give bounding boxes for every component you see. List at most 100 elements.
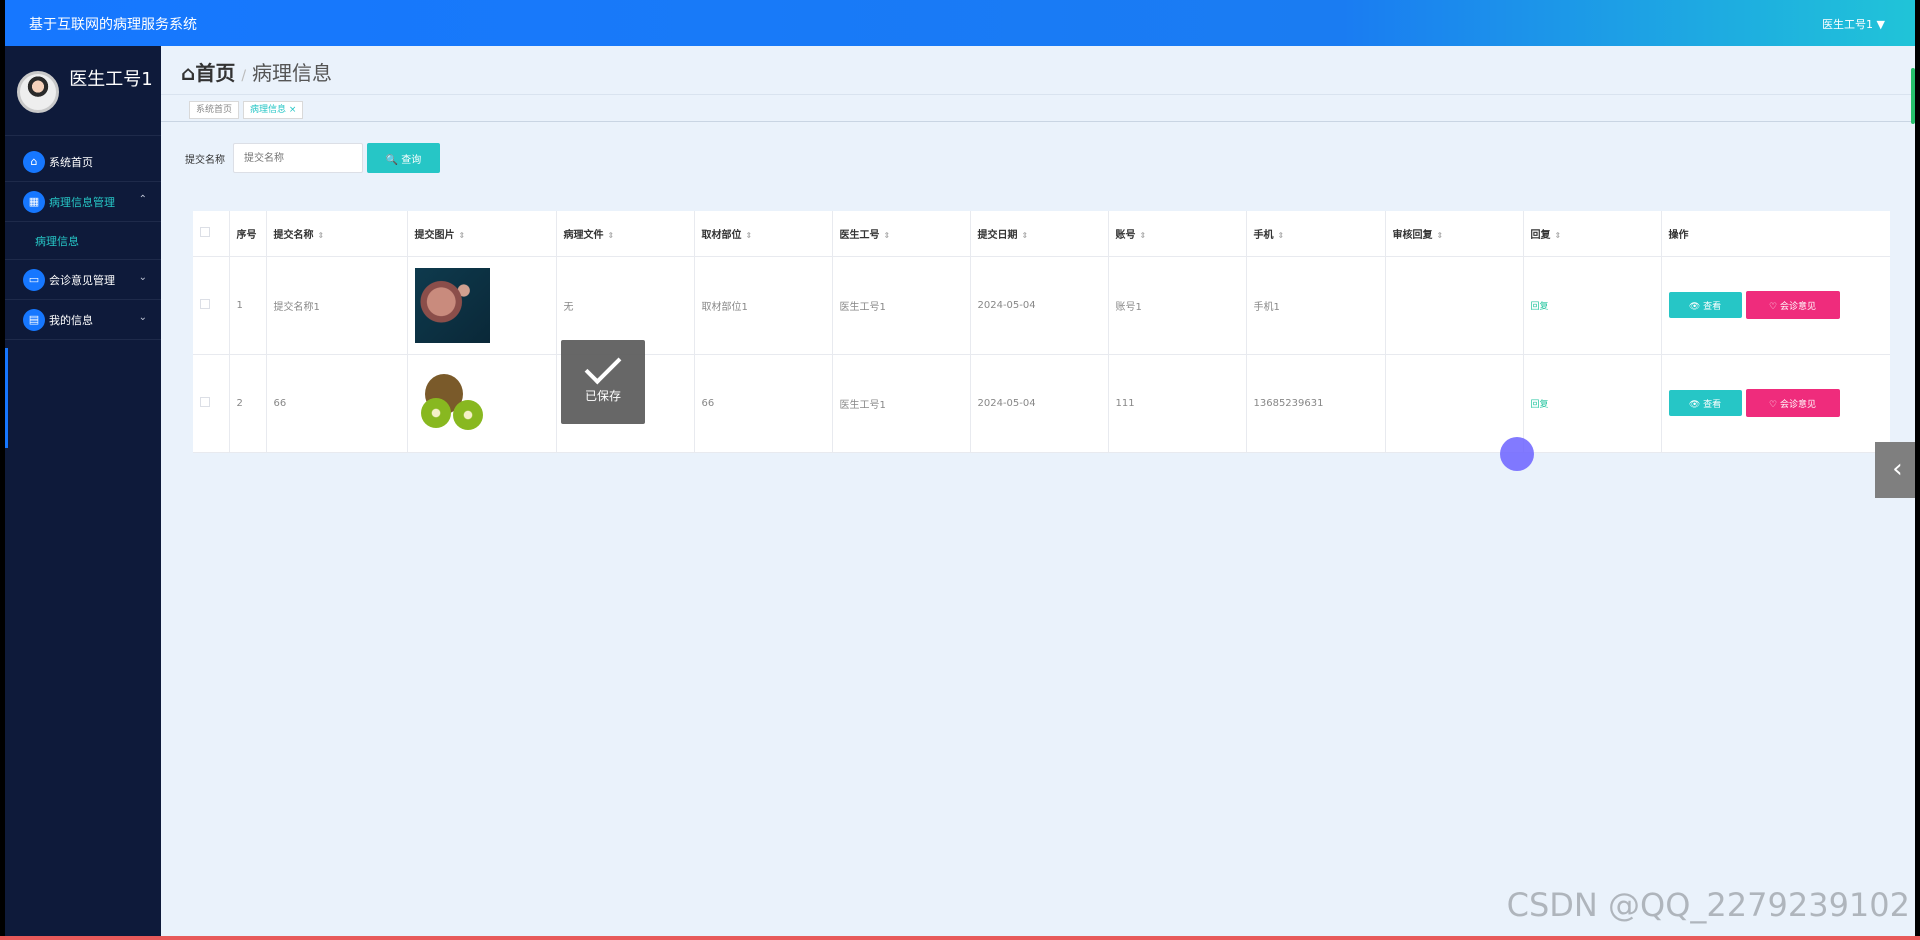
bottom-bar	[0, 936, 1920, 940]
sidebar-item-pathology-management[interactable]: ▦ 病理信息管理 ⌃	[5, 182, 161, 222]
table-row: 1 提交名称1 无 取材部位1 医生工号1 2024-05-04 账号1 手机1…	[193, 256, 1890, 355]
cell-reply: 回复	[1523, 354, 1662, 453]
header-label: 提交名称	[273, 229, 314, 241]
cell-account: 111	[1108, 354, 1247, 453]
card-icon: ▤	[23, 308, 45, 331]
row-select[interactable]	[193, 256, 230, 355]
grid-icon: ▦	[23, 190, 45, 213]
header-date[interactable]: 提交日期 ⇕	[970, 211, 1109, 257]
submitted-image[interactable]	[414, 267, 490, 343]
profile: 医生工号1	[5, 46, 161, 136]
scrollbar[interactable]	[1911, 68, 1915, 124]
header-doctor[interactable]: 医生工号 ⇕	[832, 211, 971, 257]
monitor-icon: ▭	[23, 268, 45, 291]
breadcrumb: ⌂首页 / 病理信息	[181, 57, 332, 86]
header-file[interactable]: 病理文件 ⇕	[556, 211, 695, 257]
header-label: 回复	[1530, 229, 1551, 241]
view-button[interactable]: 👁 查看	[1668, 292, 1742, 318]
header-label: 提交日期	[977, 229, 1018, 241]
cell-name: 提交名称1	[266, 256, 408, 355]
sort-icon[interactable]: ⇕	[1437, 231, 1444, 240]
cell-image	[407, 256, 557, 355]
cell-date: 2024-05-04	[970, 354, 1109, 453]
checkmark-icon	[584, 347, 622, 385]
header-site[interactable]: 取材部位 ⇕	[694, 211, 833, 257]
checkbox[interactable]	[200, 396, 210, 407]
view-button[interactable]: 👁 查看	[1668, 390, 1742, 416]
header-label: 账号	[1115, 229, 1136, 241]
submitted-image[interactable]	[414, 365, 490, 441]
cell-date: 2024-05-04	[970, 256, 1109, 355]
breadcrumb-current: 病理信息	[252, 61, 333, 85]
breadcrumb-home[interactable]: ⌂首页	[181, 61, 235, 85]
cell-actions: 👁 查看 ♡ 会诊意见	[1661, 256, 1890, 355]
header-label: 手机	[1253, 229, 1274, 241]
avatar	[17, 71, 59, 113]
home-icon: ⌂	[23, 150, 45, 173]
cell-review	[1385, 256, 1524, 355]
sidebar-item-home[interactable]: ⌂ 系统首页	[5, 142, 161, 182]
sort-icon[interactable]: ⇕	[608, 231, 615, 240]
sort-icon[interactable]: ⇕	[746, 231, 753, 240]
sidebar-item-label: 病理信息管理	[49, 195, 115, 209]
header-image[interactable]: 提交图片 ⇕	[407, 211, 557, 257]
search-label: 提交名称	[185, 155, 225, 166]
header-actions: 操作	[1661, 211, 1890, 257]
sort-icon[interactable]: ⇕	[1022, 231, 1029, 240]
row-select[interactable]	[193, 354, 230, 453]
cell-review	[1385, 354, 1524, 453]
top-bar: 基于互联网的病理服务系统 医生工号1 ▼	[5, 0, 1915, 46]
table-row: 2 66 66 医生工号1 2024-05-04 111 13685239631…	[193, 354, 1890, 453]
chevron-left-icon[interactable]: ‹	[1875, 442, 1915, 498]
header-name[interactable]: 提交名称 ⇕	[266, 211, 408, 257]
header-label: 病理文件	[563, 229, 604, 241]
header-review[interactable]: 审核回复 ⇕	[1385, 211, 1524, 257]
user-menu[interactable]: 医生工号1 ▼	[1822, 16, 1885, 32]
header-label: 提交图片	[414, 229, 455, 241]
sidebar: 医生工号1 ⌂ 系统首页 ▦ 病理信息管理 ⌃ 病理信息 ▭ 会诊意见管理 ⌄ …	[5, 46, 161, 936]
header-select-all[interactable]	[193, 211, 230, 257]
cell-actions: 👁 查看 ♡ 会诊意见	[1661, 354, 1890, 453]
cell-site: 取材部位1	[694, 256, 833, 355]
sidebar-item-my-info[interactable]: ▤ 我的信息 ⌄	[5, 300, 161, 340]
sort-icon[interactable]: ⇕	[1555, 231, 1562, 240]
tag-home[interactable]: 系统首页	[189, 101, 240, 119]
app-title: 基于互联网的病理服务系统	[29, 17, 197, 33]
sidebar-item-label: 会诊意见管理	[49, 273, 115, 287]
cell-name: 66	[266, 354, 408, 453]
checkbox[interactable]	[200, 226, 210, 237]
watermark: CSDN @QQ_2279239102	[1506, 886, 1910, 924]
cell-index: 2	[229, 354, 267, 453]
sidebar-item-consultation[interactable]: ▭ 会诊意见管理 ⌄	[5, 260, 161, 300]
header-label: 取材部位	[701, 229, 742, 241]
sidebar-nav: ⌂ 系统首页 ▦ 病理信息管理 ⌃ 病理信息 ▭ 会诊意见管理 ⌄ ▤ 我的信息…	[5, 142, 161, 340]
consult-opinion-button[interactable]: ♡ 会诊意见	[1745, 291, 1840, 319]
cell-site: 66	[694, 354, 833, 453]
search-button[interactable]: 🔍 查询	[367, 143, 440, 173]
cell-reply: 回复	[1523, 256, 1662, 355]
cell-doctor: 医生工号1	[832, 354, 971, 453]
toast-message: 已保存	[584, 389, 621, 403]
sort-icon[interactable]: ⇕	[318, 231, 325, 240]
reply-link[interactable]: 回复	[1531, 400, 1549, 410]
sort-icon[interactable]: ⇕	[884, 231, 891, 240]
cell-index: 1	[229, 256, 267, 355]
tag-pathology-info[interactable]: 病理信息 ×	[243, 101, 304, 119]
header-account[interactable]: 账号 ⇕	[1108, 211, 1247, 257]
chevron-down-icon: ⌄	[138, 312, 147, 323]
checkbox[interactable]	[200, 298, 210, 309]
sidebar-subitem-pathology-info[interactable]: 病理信息	[5, 222, 161, 260]
consult-opinion-button[interactable]: ♡ 会诊意见	[1745, 389, 1840, 417]
cell-phone: 手机1	[1246, 256, 1386, 355]
sort-icon[interactable]: ⇕	[459, 231, 466, 240]
cell-account: 账号1	[1108, 256, 1247, 355]
search-input[interactable]	[233, 143, 363, 173]
reply-link[interactable]: 回复	[1531, 302, 1549, 312]
header-reply[interactable]: 回复 ⇕	[1523, 211, 1662, 257]
header-index: 序号	[229, 211, 267, 257]
data-table: 序号 提交名称 ⇕ 提交图片 ⇕ 病理文件 ⇕ 取材部位 ⇕ 医生工号 ⇕ 提交日期 ⇕ 账…	[193, 211, 1890, 453]
sort-icon[interactable]: ⇕	[1278, 231, 1285, 240]
sort-icon[interactable]: ⇕	[1140, 231, 1147, 240]
cell-phone: 13685239631	[1246, 354, 1386, 453]
header-phone[interactable]: 手机 ⇕	[1246, 211, 1386, 257]
